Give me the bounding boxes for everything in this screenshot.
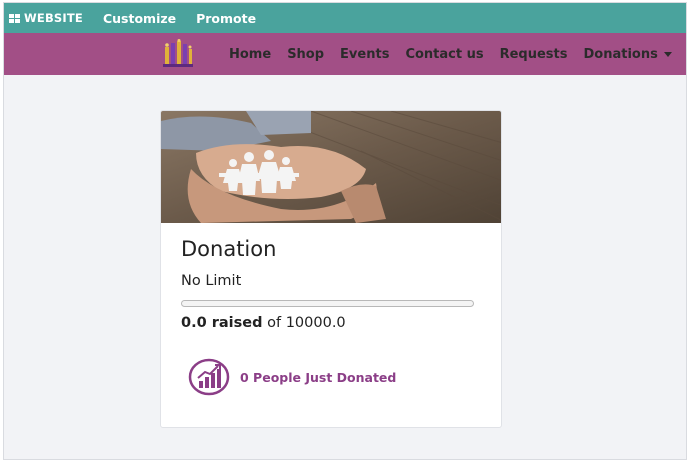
apps-grid-icon xyxy=(9,13,20,23)
raised-summary: 0.0 raised of 10000.0 xyxy=(181,315,346,331)
nav-events[interactable]: Events xyxy=(340,47,389,62)
raised-amount: 0.0 raised xyxy=(181,315,263,331)
raised-target: of 10000.0 xyxy=(267,315,346,331)
donors-summary: 0 People Just Donated xyxy=(187,357,396,397)
nav-requests[interactable]: Requests xyxy=(500,47,568,62)
browser-frame: WEBSITE Customize Promote Home Shop Even… xyxy=(3,2,687,460)
promote-menu[interactable]: Promote xyxy=(196,11,256,26)
donation-progress-bar xyxy=(181,300,474,307)
nav-donations-dropdown[interactable]: Donations xyxy=(584,47,672,62)
donation-limit: No Limit xyxy=(181,273,242,289)
caret-down-icon xyxy=(663,51,672,57)
customize-menu[interactable]: Customize xyxy=(103,11,176,26)
donation-title: Donation xyxy=(181,237,277,261)
site-logo[interactable] xyxy=(161,39,195,69)
nav-contact-us[interactable]: Contact us xyxy=(405,47,483,62)
website-label: WEBSITE xyxy=(24,11,83,25)
nav-shop[interactable]: Shop xyxy=(287,47,324,62)
growth-chart-icon xyxy=(188,358,230,396)
donation-cover-image xyxy=(161,111,501,223)
main-navbar: Home Shop Events Contact us Requests Don… xyxy=(4,33,686,75)
website-menu[interactable]: WEBSITE xyxy=(9,11,83,25)
donors-count-text: 0 People Just Donated xyxy=(240,369,397,385)
admin-bar: WEBSITE Customize Promote xyxy=(4,3,686,33)
nav-home[interactable]: Home xyxy=(229,47,271,62)
donation-card[interactable]: Donation No Limit 0.0 raised of 10000.0 … xyxy=(160,110,502,428)
nav-donations-label: Donations xyxy=(583,46,658,62)
